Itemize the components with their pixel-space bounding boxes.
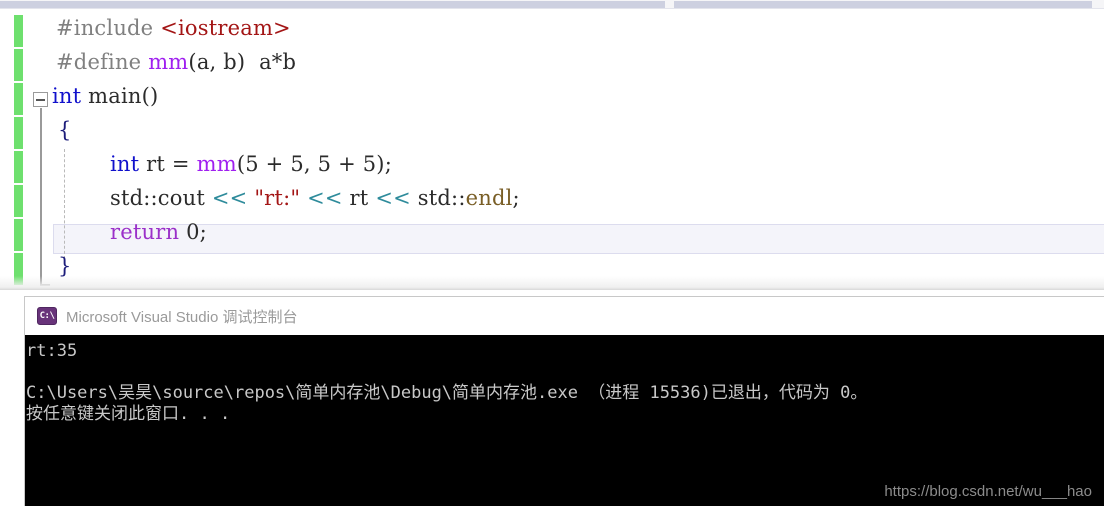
code-token: std::cout [110,186,212,210]
code-token: ; [512,186,520,210]
code-line: int main() [52,79,158,113]
code-token: } [58,254,72,278]
code-token: <iostream> [160,16,291,40]
code-token: = [171,152,197,176]
horizontal-scrollbar-thumb[interactable] [0,1,665,8]
code-line: std::cout << "rt:" << rt << std::endl; [110,181,520,215]
code-line: #include <iostream> [56,11,291,45]
code-token: rt [139,152,172,176]
code-line: #define mm(a, b) a*b [56,45,296,79]
code-token: { [58,118,72,142]
code-token: #define [56,50,149,74]
console-output-line: C:\Users\吴昊\source\repos\简单内存池\Debug\简单内… [26,383,868,403]
console-output-line: 按任意键关闭此窗口. . . [26,404,231,424]
indent-guide-line [64,149,65,259]
code-token: mm [148,50,189,74]
code-token: << [211,186,255,210]
blog-watermark: https://blog.csdn.net/wu___hao [884,483,1092,500]
code-token: std:: [417,186,466,210]
code-token: "rt:" [254,186,301,210]
current-line-highlight [53,224,1104,254]
code-token: 0; [179,220,207,244]
screen-root: #include <iostream> #define mm(a, b) a*b… [0,0,1104,506]
code-token: a*b [252,50,297,74]
code-token: endl [465,186,513,210]
code-token: << [375,186,418,210]
code-token: #include [56,16,161,40]
code-editor-pane[interactable]: #include <iostream> #define mm(a, b) a*b… [0,9,1104,290]
console-title-bar[interactable]: C:\ Microsoft Visual Studio 调试控制台 [25,297,1104,335]
code-line: int rt = mm(5 + 5, 5 + 5); [110,147,392,181]
code-token: (a, b) [188,50,253,74]
code-text-area[interactable]: #include <iostream> #define mm(a, b) a*b… [0,9,520,290]
code-token: rt [349,186,376,210]
code-line: { [58,113,72,147]
code-token: (5 + 5, 5 + 5); [236,152,392,176]
code-token: main() [81,84,159,108]
code-token: mm [196,152,237,176]
code-line: return 0; [110,215,207,249]
console-window-title: Microsoft Visual Studio 调试控制台 [66,308,298,326]
code-token: << [300,186,350,210]
console-app-icon: C:\ [37,307,57,325]
console-output-line: rt:35 [26,341,78,361]
code-token: int [52,84,82,108]
editor-bottom-fade [0,276,1104,290]
horizontal-scrollbar-track[interactable] [0,0,1104,9]
debug-console-window[interactable]: C:\ Microsoft Visual Studio 调试控制台 rt:35 … [24,296,1104,506]
code-token: return [110,220,180,244]
console-output-area[interactable]: rt:35 C:\Users\吴昊\source\repos\简单内存池\Deb… [25,335,1104,506]
horizontal-scrollbar-thumb-secondary[interactable] [674,1,1092,8]
code-token: int [110,152,140,176]
